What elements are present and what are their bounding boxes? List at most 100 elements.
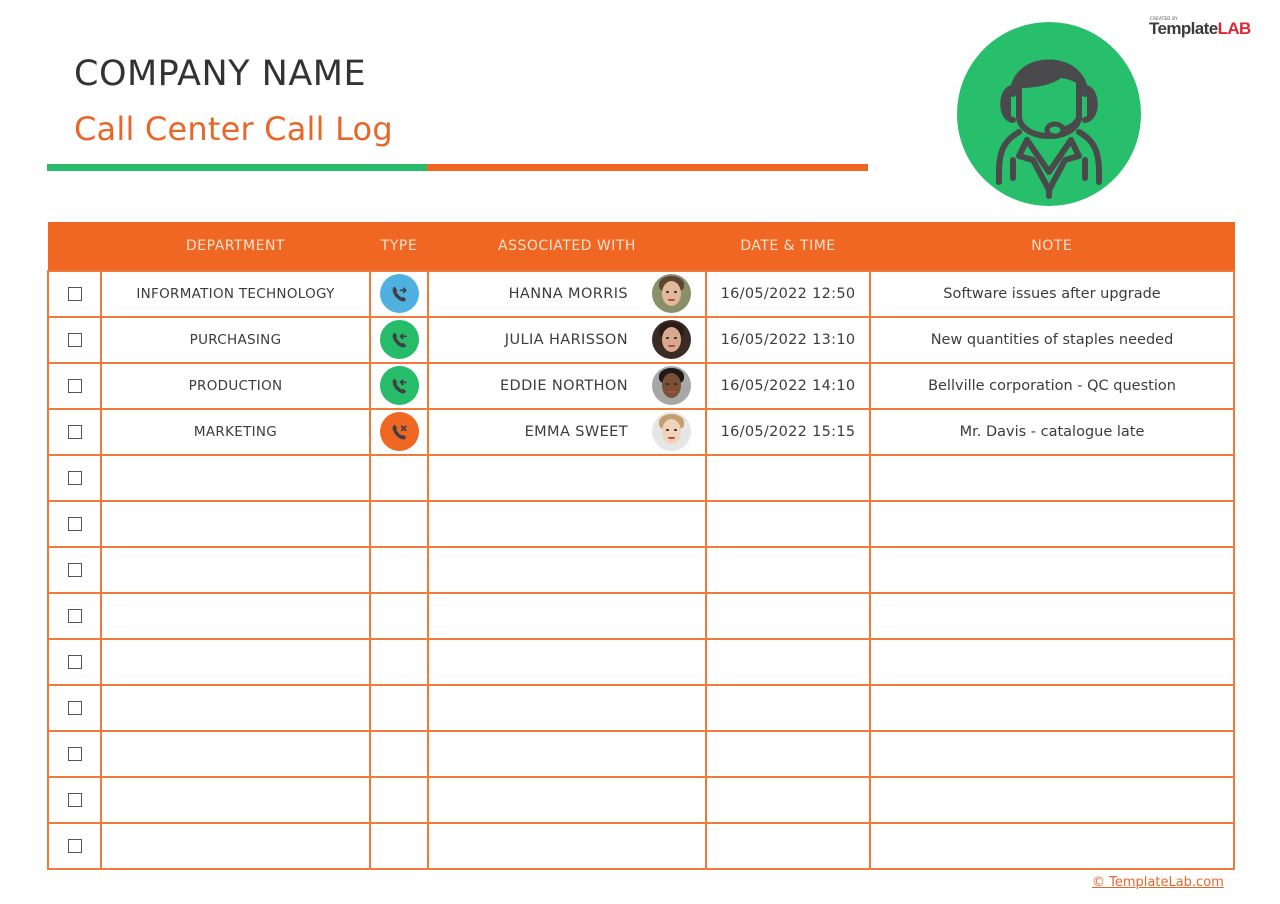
row-checkbox[interactable] xyxy=(67,562,82,577)
type-cell[interactable] xyxy=(369,407,429,456)
associated-with-cell[interactable] xyxy=(427,683,707,732)
note-cell[interactable]: New quantities of staples needed xyxy=(869,315,1235,364)
type-cell[interactable] xyxy=(369,729,429,778)
note-cell[interactable] xyxy=(869,729,1235,778)
templatelab-link[interactable]: © TemplateLab.com xyxy=(1092,875,1224,890)
row-checkbox[interactable] xyxy=(67,792,82,807)
type-cell[interactable] xyxy=(369,591,429,640)
date-time-cell[interactable] xyxy=(705,775,871,824)
associated-with-cell[interactable]: EDDIE NORTHON xyxy=(427,361,707,410)
table-header-row: DEPARTMENT TYPE ASSOCIATED WITH DATE & T… xyxy=(48,222,1234,271)
date-time-cell[interactable]: 16/05/2022 14:10 xyxy=(705,361,871,410)
type-cell[interactable] xyxy=(369,637,429,686)
note-cell[interactable]: Bellville corporation - QC question xyxy=(869,361,1235,410)
department-cell[interactable] xyxy=(100,637,371,686)
note-cell[interactable] xyxy=(869,775,1235,824)
contact-name: JULIA HARISSON xyxy=(504,331,628,348)
row-checkbox[interactable] xyxy=(67,286,82,301)
incoming-call-icon xyxy=(379,320,419,359)
brand-logo: CREATED BY TemplateLAB xyxy=(1149,16,1261,40)
note-cell[interactable] xyxy=(869,499,1235,548)
associated-with-cell[interactable] xyxy=(427,591,707,640)
associated-with-cell[interactable] xyxy=(427,453,707,502)
department-cell[interactable] xyxy=(100,775,371,824)
department-cell[interactable] xyxy=(100,545,371,594)
associated-with-cell[interactable]: JULIA HARISSON xyxy=(427,315,707,364)
note-cell[interactable] xyxy=(869,683,1235,732)
type-cell[interactable] xyxy=(369,361,429,410)
date-time-cell[interactable] xyxy=(705,729,871,778)
company-name: COMPANY NAME xyxy=(74,54,367,94)
row-checkbox[interactable] xyxy=(67,838,82,853)
associated-with-cell[interactable] xyxy=(427,775,707,824)
associated-with-cell[interactable] xyxy=(427,821,707,870)
contact-name: EMMA SWEET xyxy=(524,423,628,440)
note-cell[interactable] xyxy=(869,545,1235,594)
department-cell[interactable]: MARKETING xyxy=(100,407,371,456)
department-cell[interactable] xyxy=(100,821,371,870)
call-log-table: DEPARTMENT TYPE ASSOCIATED WITH DATE & T… xyxy=(47,222,1235,870)
department-cell[interactable] xyxy=(100,499,371,548)
table-row xyxy=(47,591,1235,640)
header-associated-with: ASSOCIATED WITH xyxy=(428,222,706,271)
date-time-cell[interactable]: 16/05/2022 13:10 xyxy=(705,315,871,364)
date-time-cell[interactable] xyxy=(705,821,871,870)
associated-with-cell[interactable] xyxy=(427,499,707,548)
table-row xyxy=(47,499,1235,548)
table-row xyxy=(47,729,1235,778)
type-cell[interactable] xyxy=(369,545,429,594)
associated-with-cell[interactable] xyxy=(427,729,707,778)
associated-with-cell[interactable]: EMMA SWEET xyxy=(427,407,707,456)
date-time-cell[interactable] xyxy=(705,637,871,686)
table-row xyxy=(47,683,1235,732)
date-time-cell[interactable] xyxy=(705,545,871,594)
row-checkbox[interactable] xyxy=(67,746,82,761)
row-checkbox[interactable] xyxy=(67,378,82,393)
row-checkbox[interactable] xyxy=(67,700,82,715)
row-check-cell xyxy=(47,315,102,364)
date-time-cell[interactable]: 16/05/2022 15:15 xyxy=(705,407,871,456)
row-checkbox[interactable] xyxy=(67,516,82,531)
date-time-cell[interactable] xyxy=(705,591,871,640)
row-checkbox[interactable] xyxy=(67,470,82,485)
table-row xyxy=(47,637,1235,686)
type-cell[interactable] xyxy=(369,269,429,318)
department-cell[interactable]: PRODUCTION xyxy=(100,361,371,410)
associated-with-cell[interactable] xyxy=(427,637,707,686)
date-time-cell[interactable]: 16/05/2022 12:50 xyxy=(705,269,871,318)
type-cell[interactable] xyxy=(369,315,429,364)
row-checkbox[interactable] xyxy=(67,608,82,623)
date-time-cell[interactable] xyxy=(705,453,871,502)
note-cell[interactable] xyxy=(869,637,1235,686)
accent-bar-green xyxy=(47,164,427,171)
document-title: Call Center Call Log xyxy=(74,110,393,148)
department-cell[interactable] xyxy=(100,591,371,640)
type-cell[interactable] xyxy=(369,453,429,502)
note-cell[interactable] xyxy=(869,453,1235,502)
associated-with-cell[interactable] xyxy=(427,545,707,594)
date-time-cell[interactable] xyxy=(705,683,871,732)
department-cell[interactable] xyxy=(100,453,371,502)
note-cell[interactable]: Software issues after upgrade xyxy=(869,269,1235,318)
call-center-agent-icon xyxy=(996,59,1102,199)
row-checkbox[interactable] xyxy=(67,654,82,669)
type-cell[interactable] xyxy=(369,775,429,824)
department-cell[interactable] xyxy=(100,683,371,732)
row-checkbox[interactable] xyxy=(67,424,82,439)
row-checkbox[interactable] xyxy=(67,332,82,347)
department-cell[interactable]: PURCHASING xyxy=(100,315,371,364)
type-cell[interactable] xyxy=(369,683,429,732)
department-cell[interactable] xyxy=(100,729,371,778)
department-cell[interactable]: INFORMATION TECHNOLOGY xyxy=(100,269,371,318)
type-cell[interactable] xyxy=(369,499,429,548)
date-time-cell[interactable] xyxy=(705,499,871,548)
row-check-cell xyxy=(47,407,102,456)
note-cell[interactable]: Mr. Davis - catalogue late xyxy=(869,407,1235,456)
table-row: PRODUCTION EDDIE NORTHON 16/05/2022 14:10 B… xyxy=(47,361,1235,410)
row-check-cell xyxy=(47,545,102,594)
note-cell[interactable] xyxy=(869,821,1235,870)
type-cell[interactable] xyxy=(369,821,429,870)
missed-call-icon xyxy=(379,412,419,451)
note-cell[interactable] xyxy=(869,591,1235,640)
associated-with-cell[interactable]: HANNA MORRIS xyxy=(427,269,707,318)
